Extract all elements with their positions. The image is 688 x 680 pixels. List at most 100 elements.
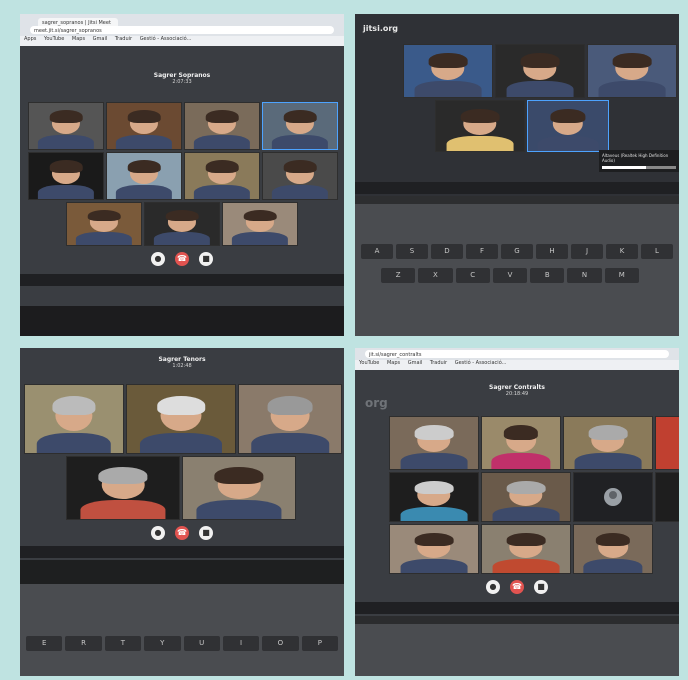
hangup-icon[interactable]: ☎ [175,526,189,540]
participant-tile[interactable] [403,44,493,98]
microphone-icon[interactable]: ● [151,252,165,266]
participant-tile[interactable] [184,102,260,150]
participant-tile[interactable] [222,202,298,246]
photo-tenors-call: Sagrer Tenors 1:02:48 ● ☎ ■ E R T Y U I … [20,348,344,676]
url-bar[interactable]: jit.si/sagrer_contralts [365,350,669,358]
participant-tile[interactable] [587,44,677,98]
bookmark-item[interactable]: Gmail [93,36,108,42]
participant-tile[interactable] [481,524,571,574]
participant-tile[interactable] [389,416,479,470]
participant-tile[interactable] [262,102,338,150]
call-controls: ● ☎ ■ [20,526,344,540]
bookmark-item[interactable]: Gmail [408,360,423,366]
key: A [361,244,393,259]
participant-tile[interactable] [655,472,679,522]
bookmark-item[interactable]: Maps [72,36,85,42]
participant-tile[interactable] [563,416,653,470]
key: D [431,244,463,259]
key: C [455,268,490,283]
call-timer: 1:02:48 [172,363,192,369]
call-header: Sagrer Contralts 20:18:49 [355,384,679,397]
participant-tile[interactable] [28,102,104,150]
key: E [26,636,63,651]
participant-tile[interactable] [66,456,180,520]
room-name: Sagrer Contralts [489,384,545,391]
browser-tab-bar: jit.si/sagrer_contralts [355,348,679,360]
participant-tile[interactable] [389,472,479,522]
participant-tile[interactable] [28,152,104,200]
laptop-keyboard: A S D F G H J K L Z X C V B N M [355,204,679,336]
camera-icon[interactable]: ■ [199,526,213,540]
camera-icon[interactable]: ■ [199,252,213,266]
participant-tile[interactable] [655,416,679,470]
volume-popup[interactable]: Altaveus (Realtek High Definition Audio) [599,150,679,172]
participant-tile[interactable] [481,472,571,522]
participant-tile[interactable] [106,152,182,200]
key: Z [381,268,416,283]
laptop-screen: jit.si/sagrer_contralts YouTube Maps Gma… [355,348,679,616]
key: J [571,244,603,259]
participant-tile[interactable] [573,524,653,574]
laptop-screen: Sagrer Tenors 1:02:48 ● ☎ ■ [20,348,344,560]
bookmark-item[interactable]: Apps [24,36,36,42]
volume-label: Altaveus (Realtek High Definition Audio) [602,153,669,163]
laptop-keyboard: E R T Y U I O P [20,584,344,676]
key: M [604,268,639,283]
participant-tile[interactable] [481,416,561,470]
call-header: Sagrer Tenors 1:02:48 [20,356,344,369]
participant-tile[interactable] [144,202,220,246]
participant-tile[interactable] [126,384,236,454]
bookmarks-bar: YouTube Maps Gmail Traduir Gestió - Asso… [355,360,679,370]
bookmark-item[interactable]: Gestió - Associació... [140,36,192,42]
key: Y [144,636,181,651]
microphone-icon[interactable]: ● [486,580,500,594]
key: L [641,244,673,259]
bookmark-item[interactable]: Gestió - Associació... [455,360,507,366]
avatar-icon [604,488,622,506]
participant-tile[interactable] [435,100,525,152]
key: R [65,636,102,651]
participant-tile[interactable] [106,102,182,150]
windows-taskbar [355,602,679,614]
camera-icon[interactable]: ■ [534,580,548,594]
volume-slider[interactable] [602,166,676,169]
bookmark-item[interactable]: Traduir [430,360,447,366]
key: P [301,636,338,651]
jitsi-watermark: org [365,396,388,410]
browser-tab-bar: sagrer_sopranos | Jitsi Meet meet.jit.si… [20,14,344,36]
key: X [418,268,453,283]
microphone-icon[interactable]: ● [151,526,165,540]
participant-tile[interactable] [527,100,609,152]
keyboard-row: Z X C V B N M [381,268,639,283]
participant-tile[interactable] [262,152,338,200]
key: H [536,244,568,259]
bookmark-item[interactable]: Traduir [115,36,132,42]
participant-tile[interactable] [184,152,260,200]
participant-tile[interactable] [238,384,342,454]
hangup-icon[interactable]: ☎ [510,580,524,594]
key: V [492,268,528,283]
bookmark-item[interactable]: YouTube [44,36,64,42]
participant-tile[interactable] [182,456,296,520]
bookmarks-bar: Apps YouTube Maps Gmail Traduir Gestió -… [20,36,344,46]
participant-tile[interactable] [389,524,479,574]
laptop-screen: jitsi.org Altaveus (Realtek High Definit… [355,14,679,196]
participant-tile[interactable] [66,202,142,246]
url-bar[interactable]: meet.jit.si/sagrer_sopranos [30,26,334,34]
participant-tile[interactable] [24,384,124,454]
bookmark-item[interactable]: YouTube [359,360,379,366]
laptop-screen: sagrer_sopranos | Jitsi Meet meet.jit.si… [20,14,344,306]
laptop-keyboard [355,624,679,676]
keyboard-row: E R T Y U I O P [26,636,338,651]
keyboard-row: A S D F G H J K L [361,244,673,259]
room-name: Sagrer Sopranos [153,72,211,79]
participant-tile[interactable] [495,44,585,98]
participant-tile[interactable] [573,472,653,522]
jitsi-logo: jitsi.org [363,24,399,33]
photo-sopranos-call: sagrer_sopranos | Jitsi Meet meet.jit.si… [20,14,344,336]
hangup-icon[interactable]: ☎ [175,252,189,266]
windows-taskbar [20,274,344,286]
key: N [567,268,602,283]
call-header: Sagrer Sopranos 2:07:33 [20,72,344,85]
bookmark-item[interactable]: Maps [387,360,400,366]
